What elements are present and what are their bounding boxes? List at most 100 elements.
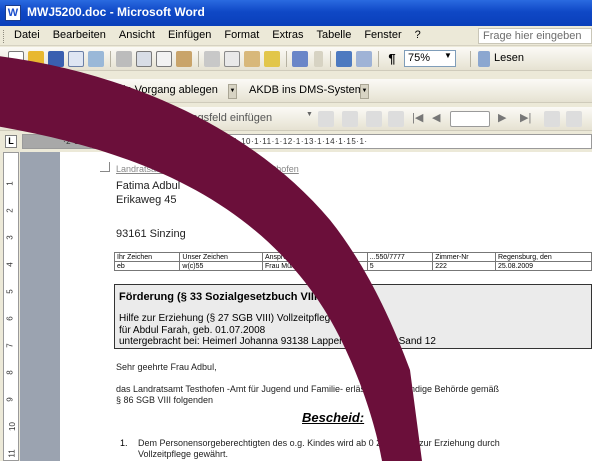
- next-record-icon[interactable]: ▶: [498, 111, 514, 127]
- vertical-ruler-mark: 4: [5, 262, 15, 267]
- table-cell: w(c)55: [179, 261, 263, 271]
- chevron-down-icon[interactable]: ▼: [444, 51, 452, 60]
- table-cell: 5: [366, 261, 434, 271]
- document-page[interactable]: Landratsamt Testhofen Postfach 90 Testho…: [60, 152, 592, 461]
- pilcrow-icon[interactable]: ¶: [384, 51, 400, 67]
- subject-line: untergebracht bei: Heimerl Johanna 93138…: [119, 336, 436, 347]
- table-cell: 25.08.2009: [495, 261, 592, 271]
- word-app-icon[interactable]: W: [5, 5, 21, 21]
- open-data-source-icon[interactable]: [28, 111, 44, 127]
- subject-title: Förderung (§ 33 Sozialgesetzbuch VIII - …: [119, 291, 378, 303]
- chevron-down-icon[interactable]: ▼: [306, 111, 314, 127]
- hyperlink-icon[interactable]: [336, 51, 352, 67]
- horizontal-ruler[interactable]: ·2·1·1·1·X·1·1·2·1·3· · ·5·1·6·1·7·1·8·1…: [22, 134, 592, 149]
- subject-line: Hilfe zur Erziehung (§ 27 SGB VIII) Voll…: [119, 313, 336, 324]
- view-merged-data-icon[interactable]: [318, 111, 334, 127]
- record-number-input[interactable]: [450, 111, 490, 127]
- toolbar-grip-icon[interactable]: [4, 84, 34, 98]
- menu-tabelle[interactable]: Tabelle: [316, 29, 351, 41]
- table-cell: Frau Müller: [261, 261, 368, 271]
- menu-extras[interactable]: Extras: [272, 29, 303, 41]
- vertical-ruler-mark: 8: [5, 370, 15, 375]
- format-painter-icon[interactable]: [264, 51, 280, 67]
- menu-bearbeiten[interactable]: Bearbeiten: [53, 29, 106, 41]
- subject-line: für Abdul Farah, geb. 01.07.2008: [119, 325, 266, 336]
- vertical-ruler[interactable]: 1 2 3 4 5 6 7 8 9 10 11: [3, 152, 19, 461]
- first-record-icon[interactable]: |◀: [412, 111, 428, 127]
- main-document-icon[interactable]: [8, 111, 24, 127]
- open-folder-icon[interactable]: [28, 51, 44, 67]
- custom-toolbar: in Vorgang ablegen ▼ AKDB ins DMS-System…: [0, 79, 592, 103]
- toolbar-separator: [470, 51, 471, 67]
- ruler-marks: ·2·1·1·1·X·1·1·2·1·3· · ·5·1·6·1·7·1·8·1…: [63, 137, 368, 146]
- research-icon[interactable]: [176, 51, 192, 67]
- undo-icon[interactable]: [292, 51, 308, 67]
- permission-icon[interactable]: [68, 51, 84, 67]
- subject-box: Förderung (§ 33 Sozialgesetzbuch VIII - …: [114, 284, 592, 349]
- table-icon[interactable]: [356, 51, 372, 67]
- vertical-ruler-mark: 7: [5, 343, 15, 348]
- vertical-ruler-mark: 9: [5, 397, 15, 402]
- word-window: W MWJ5200.doc - Microsoft Word Datei Bea…: [0, 0, 592, 461]
- menu-bar: Datei Bearbeiten Ansicht Einfügen Format…: [0, 26, 592, 46]
- copy-icon[interactable]: [224, 51, 240, 67]
- menubar-grip[interactable]: [3, 30, 5, 43]
- reference-info-table: Ihr Zeichen Unser Zeichen Ansprechpartne…: [113, 252, 592, 271]
- print-preview-icon[interactable]: [136, 51, 152, 67]
- undo-dropdown-icon[interactable]: [314, 51, 323, 67]
- save-icon[interactable]: [48, 51, 64, 67]
- previous-record-icon[interactable]: ◀: [432, 111, 448, 127]
- menu-einfuegen[interactable]: Einfügen: [168, 29, 211, 41]
- match-fields-icon[interactable]: [388, 111, 404, 127]
- table-header-cell: Ansprechpartner/in: [261, 252, 368, 262]
- document-area[interactable]: Landratsamt Testhofen Postfach 90 Testho…: [20, 152, 592, 461]
- crop-mark: [100, 162, 110, 172]
- menu-format[interactable]: Format: [224, 29, 259, 41]
- decision-heading: Bescheid:: [302, 410, 365, 425]
- read-mode-label[interactable]: Lesen: [494, 52, 524, 64]
- tab-stop-selector[interactable]: L: [5, 135, 17, 148]
- insert-condition-field-button[interactable]: Bedingungsfeld einfügen: [148, 111, 275, 128]
- table-cell: 222: [432, 261, 496, 271]
- last-record-icon[interactable]: ▶|: [520, 111, 536, 127]
- email-icon[interactable]: [88, 51, 104, 67]
- merge-to-document-icon[interactable]: [566, 111, 582, 127]
- menu-datei[interactable]: Datei: [14, 29, 40, 41]
- sender-address-line: Landratsamt Testhofen Postfach 90 Testho…: [116, 164, 299, 174]
- table-header-cell: Regensburg, den: [495, 252, 592, 262]
- table-header-cell: ...550/7777: [366, 252, 434, 262]
- print-icon[interactable]: [116, 51, 132, 67]
- window-title: MWJ5200.doc - Microsoft Word: [27, 5, 205, 19]
- new-document-icon[interactable]: [8, 51, 24, 67]
- chevron-down-icon[interactable]: ▼: [228, 84, 237, 99]
- toolbar-separator: [286, 51, 287, 67]
- toolbar-separator: [198, 51, 199, 67]
- spellcheck-icon[interactable]: [156, 51, 172, 67]
- table-header-cell: Unser Zeichen: [179, 252, 263, 262]
- salutation: Sehr geehrte Frau Adbul,: [116, 362, 217, 372]
- read-mode-icon[interactable]: [478, 51, 490, 67]
- merge-field-icon[interactable]: [342, 111, 358, 127]
- vertical-ruler-mark: 6: [5, 316, 15, 321]
- paste-icon[interactable]: [244, 51, 260, 67]
- chevron-down-icon[interactable]: ▼: [360, 84, 369, 99]
- file-in-process-button[interactable]: in Vorgang ablegen: [120, 83, 221, 100]
- recipients-icon[interactable]: [48, 111, 64, 127]
- menu-fenster[interactable]: Fenster: [364, 29, 401, 41]
- menu-help[interactable]: ?: [415, 29, 421, 41]
- vertical-ruler-mark: 1: [5, 181, 15, 186]
- akdb-dms-button[interactable]: AKDB ins DMS-System: [246, 83, 367, 100]
- list-item-number: 1.: [120, 438, 128, 448]
- list-item-text: Dem Personensorgeberechtigten des o.g. K…: [138, 438, 500, 448]
- toolbar-separator: [330, 51, 331, 67]
- find-entry-icon[interactable]: [544, 111, 560, 127]
- toolbar-separator: [110, 51, 111, 67]
- highlight-fields-icon[interactable]: [366, 111, 382, 127]
- help-question-input[interactable]: Frage hier eingeben: [478, 28, 592, 44]
- intro-line: das Landratsamt Testhofen -Amt für Jugen…: [116, 384, 500, 394]
- table-cell: eb: [113, 261, 181, 271]
- title-bar: W MWJ5200.doc - Microsoft Word: [0, 0, 592, 26]
- menu-ansicht[interactable]: Ansicht: [119, 29, 155, 41]
- intro-line: § 86 SGB VIII folgenden: [116, 395, 214, 405]
- cut-icon[interactable]: [204, 51, 220, 67]
